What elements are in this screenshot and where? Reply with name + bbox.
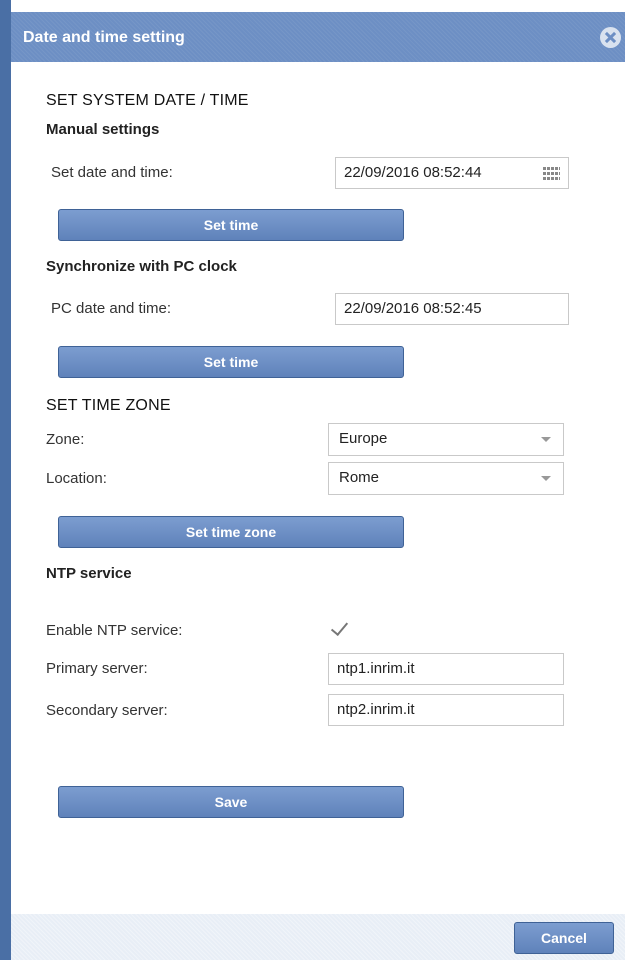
primary-server-value: ntp1.inrim.it bbox=[337, 660, 415, 677]
secondary-server-label: Secondary server: bbox=[46, 702, 168, 719]
location-label: Location: bbox=[46, 470, 107, 487]
secondary-server-input[interactable]: ntp2.inrim.it bbox=[328, 694, 564, 726]
chevron-down-icon bbox=[541, 476, 551, 481]
dialog-footer: Cancel bbox=[11, 914, 625, 960]
date-time-dialog: Date and time setting SET SYSTEM DATE / … bbox=[0, 0, 625, 960]
location-select[interactable]: Rome bbox=[328, 462, 564, 495]
save-button[interactable]: Save bbox=[58, 786, 404, 818]
chevron-down-icon bbox=[541, 437, 551, 442]
enable-ntp-checkbox[interactable] bbox=[330, 617, 349, 638]
ntp-heading: NTP service bbox=[46, 565, 132, 582]
primary-server-input[interactable]: ntp1.inrim.it bbox=[328, 653, 564, 685]
set-time-zone-button[interactable]: Set time zone bbox=[58, 516, 404, 548]
cancel-button[interactable]: Cancel bbox=[514, 922, 614, 954]
set-datetime-value: 22/09/2016 08:52:44 bbox=[344, 164, 482, 181]
secondary-server-value: ntp2.inrim.it bbox=[337, 701, 415, 718]
set-datetime-input[interactable]: 22/09/2016 08:52:44 bbox=[335, 157, 569, 189]
close-icon[interactable] bbox=[600, 27, 621, 48]
zone-select[interactable]: Europe bbox=[328, 423, 564, 456]
calendar-icon[interactable] bbox=[543, 167, 560, 180]
sync-time-button[interactable]: Set time bbox=[58, 346, 404, 378]
time-zone-heading: SET TIME ZONE bbox=[46, 397, 171, 414]
dialog-titlebar: Date and time setting bbox=[11, 12, 625, 62]
pc-datetime-label: PC date and time: bbox=[51, 300, 172, 317]
set-datetime-label: Set date and time: bbox=[51, 164, 173, 181]
pc-datetime-value: 22/09/2016 08:52:45 bbox=[344, 300, 482, 317]
pc-sync-heading: Synchronize with PC clock bbox=[46, 258, 237, 275]
system-datetime-heading: SET SYSTEM DATE / TIME bbox=[46, 92, 249, 109]
dialog-title: Date and time setting bbox=[23, 29, 185, 46]
zone-selected-value: Europe bbox=[339, 430, 388, 447]
zone-label: Zone: bbox=[46, 431, 85, 448]
primary-server-label: Primary server: bbox=[46, 660, 148, 677]
enable-ntp-label: Enable NTP service: bbox=[46, 622, 183, 639]
location-selected-value: Rome bbox=[339, 469, 380, 486]
manual-settings-heading: Manual settings bbox=[46, 121, 160, 138]
checkmark-icon bbox=[330, 617, 349, 637]
set-time-button[interactable]: Set time bbox=[58, 209, 404, 241]
dialog-left-border bbox=[0, 0, 11, 960]
pc-datetime-field: 22/09/2016 08:52:45 bbox=[335, 293, 569, 325]
